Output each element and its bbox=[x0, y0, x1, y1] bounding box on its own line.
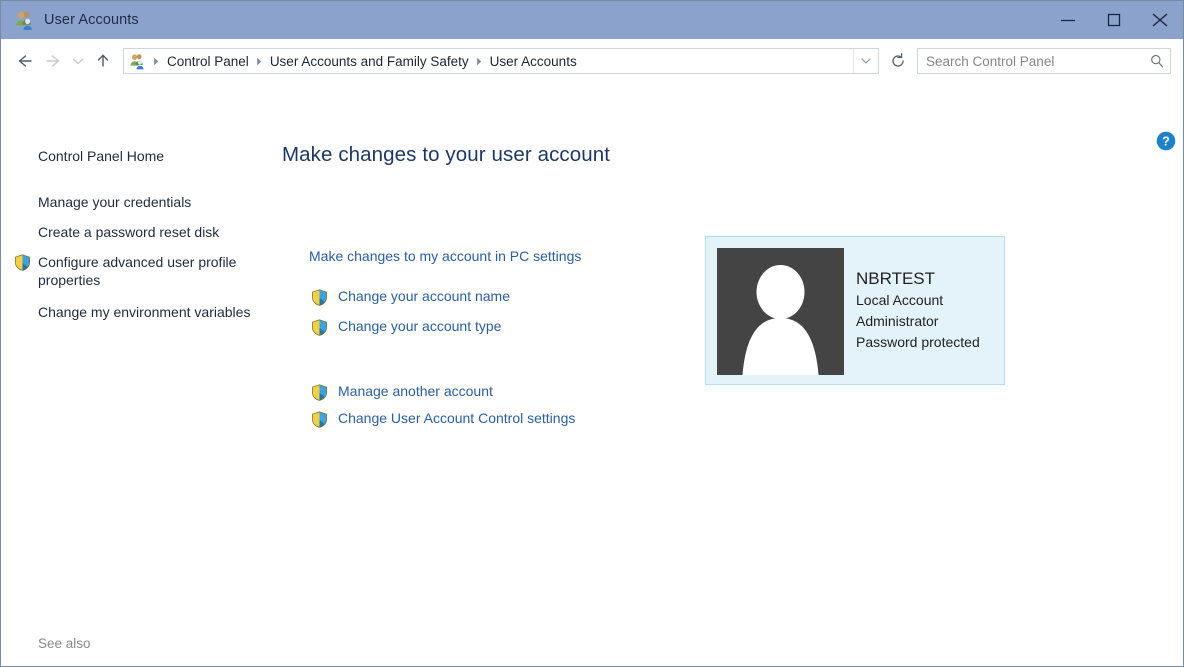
link-label: Manage another account bbox=[338, 383, 493, 399]
account-summary-panel: NBRTEST Local Account Administrator Pass… bbox=[705, 236, 1005, 385]
close-button[interactable] bbox=[1137, 1, 1183, 39]
link-manage-another-account[interactable]: Manage another account bbox=[311, 383, 493, 401]
avatar bbox=[717, 248, 844, 375]
account-role: Administrator bbox=[856, 313, 939, 329]
sidebar-item-label: Control Panel Home bbox=[38, 148, 165, 164]
uac-shield-icon bbox=[311, 384, 328, 401]
up-button[interactable] bbox=[89, 47, 117, 75]
breadcrumb-separator-icon bbox=[153, 57, 160, 66]
breadcrumb-item-control-panel[interactable]: Control Panel bbox=[165, 54, 251, 69]
sidebar-item-change-my-environment-variables[interactable]: Change my environment variables bbox=[1, 303, 272, 321]
account-details: NBRTEST Local Account Administrator Pass… bbox=[856, 267, 998, 353]
link-label: Change your account type bbox=[338, 318, 502, 334]
address-toolbar: Control Panel User Accounts and Family S… bbox=[1, 39, 1183, 83]
sidebar-item-label: Manage your credentials bbox=[38, 194, 192, 210]
user-accounts-icon bbox=[13, 9, 35, 31]
main-content: Make changes to your user account Make c… bbox=[269, 83, 1183, 666]
forward-button[interactable] bbox=[39, 47, 67, 75]
link-label: Make changes to my account in PC setting… bbox=[309, 248, 582, 264]
sidebar-item-label: Change my environment variables bbox=[38, 304, 251, 320]
refresh-button[interactable] bbox=[885, 48, 911, 74]
uac-shield-icon bbox=[14, 254, 31, 271]
sidebar-item-control-panel-home[interactable]: Control Panel Home bbox=[1, 147, 269, 165]
window-title: User Accounts bbox=[44, 12, 139, 28]
user-accounts-window: User Accounts Control Panel User Account… bbox=[0, 0, 1184, 667]
account-password-status: Password protected bbox=[856, 334, 980, 350]
back-button[interactable] bbox=[11, 47, 39, 75]
account-type: Local Account bbox=[856, 292, 944, 308]
search-box[interactable] bbox=[917, 48, 1171, 74]
address-bar[interactable]: Control Panel User Accounts and Family S… bbox=[123, 48, 879, 74]
sidebar: Control Panel Home Manage your credentia… bbox=[1, 83, 269, 666]
sidebar-item-manage-your-credentials[interactable]: Manage your credentials bbox=[1, 193, 269, 211]
link-change-your-account-type[interactable]: Change your account type bbox=[311, 318, 502, 336]
search-icon[interactable] bbox=[1144, 53, 1170, 69]
sidebar-item-label: Configure advanced user profile properti… bbox=[38, 254, 237, 288]
breadcrumb-separator-icon[interactable] bbox=[256, 57, 263, 66]
uac-shield-icon bbox=[311, 289, 328, 306]
address-user-accounts-icon bbox=[128, 52, 146, 70]
breadcrumb-separator-icon[interactable] bbox=[476, 57, 483, 66]
maximize-button[interactable] bbox=[1091, 1, 1137, 39]
uac-shield-icon bbox=[311, 411, 328, 428]
sidebar-item-create-a-password-reset-disk[interactable]: Create a password reset disk bbox=[1, 223, 269, 241]
link-change-user-account-control-settings[interactable]: Change User Account Control settings bbox=[311, 410, 576, 428]
page-title: Make changes to your user account bbox=[282, 143, 611, 166]
link-change-your-account-name[interactable]: Change your account name bbox=[311, 288, 510, 306]
sidebar-item-label: Create a password reset disk bbox=[38, 224, 220, 240]
content-area: ? Control Panel Home Manage your credent… bbox=[1, 83, 1183, 666]
title-bar[interactable]: User Accounts bbox=[1, 1, 1183, 39]
link-label: Change your account name bbox=[338, 288, 510, 304]
link-label: Change User Account Control settings bbox=[338, 410, 576, 426]
recent-locations-button[interactable] bbox=[67, 47, 89, 75]
breadcrumb-item-user-accounts[interactable]: User Accounts bbox=[488, 54, 579, 69]
search-input[interactable] bbox=[918, 53, 1144, 69]
sidebar-item-configure-advanced-user-profile-properties[interactable]: Configure advanced user profile properti… bbox=[1, 253, 272, 289]
breadcrumb: Control Panel User Accounts and Family S… bbox=[148, 54, 853, 69]
link-make-changes-in-pc-settings[interactable]: Make changes to my account in PC setting… bbox=[309, 248, 581, 264]
see-also-header: See also bbox=[38, 636, 91, 651]
uac-shield-icon bbox=[311, 319, 328, 336]
breadcrumb-item-user-accounts-and-family-safety[interactable]: User Accounts and Family Safety bbox=[268, 54, 471, 69]
address-dropdown-icon[interactable] bbox=[853, 49, 878, 73]
minimize-button[interactable] bbox=[1045, 1, 1091, 39]
account-name: NBRTEST bbox=[856, 269, 936, 288]
